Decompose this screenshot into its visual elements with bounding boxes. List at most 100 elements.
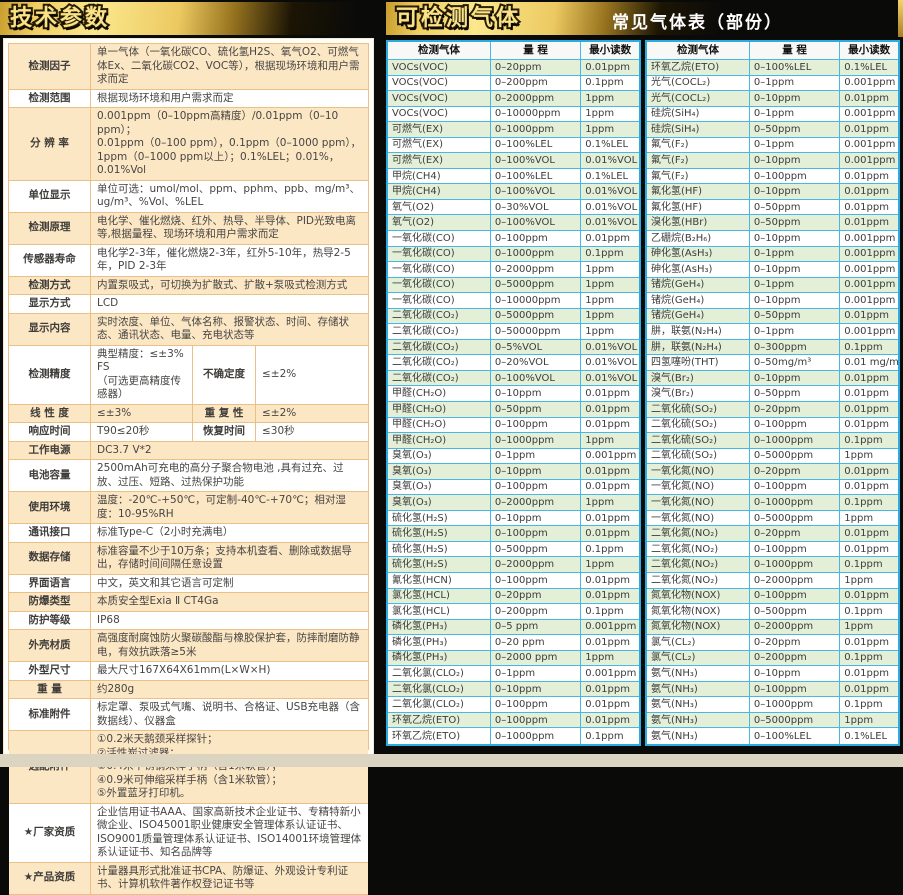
spec-row: 响应时间 T90≤20秒 恢复时间≤30秒 (9, 423, 368, 442)
gas-range-cell: 0–10ppm (491, 511, 581, 526)
spec-label: 检测方式 (9, 277, 91, 295)
gas-name-cell: 氯气(CL₂) (647, 635, 750, 650)
gas-name-cell: 一氧化氮(NO) (647, 495, 750, 510)
gas-row: 可燃气(EX) 0–100%VOL 0.01%VOL (388, 153, 639, 169)
gas-row: 溴气(Br₂) 0–50ppm 0.01ppm (647, 386, 898, 402)
gas-name-cell: 一氧化氮(NO) (647, 511, 750, 526)
gas-name-cell: 一氧化碳(CO) (388, 262, 491, 277)
spec-value: 中文，英文和其它语言可定制 (91, 575, 368, 593)
gas-min-reading-cell: 0.1ppm (840, 697, 898, 712)
gas-name-cell: 一氧化氮(NO) (647, 480, 750, 495)
spec-value: 高强度耐腐蚀防火聚碳酸酯与橡胶保护套，防摔耐磨防静电，有效抗跌落≥5米 (91, 630, 368, 661)
gas-min-reading-cell: 0.001ppm (581, 449, 639, 464)
gas-name-cell: 环氧乙烷(ETO) (647, 60, 750, 75)
spec-row: 电池容量 2500mAh可充电的高分子聚合物电池 ,具有过充、过放、过压、短路、… (9, 460, 368, 492)
gas-range-cell: 0–10000ppm (491, 107, 581, 122)
gas-row: 一氧化氮(NO) 0–100ppm 0.01ppm (647, 480, 898, 496)
gas-row: 硫化氢(H₂S) 0–2000ppm 1ppm (388, 557, 639, 573)
gas-row: 氨气(NH₃) 0–10ppm 0.01ppm (647, 666, 898, 682)
gas-range-cell: 0–10ppm (750, 153, 840, 168)
gas-min-reading-cell: 0.001ppm (840, 293, 898, 308)
gas-row: 臭氧(O₃) 0–2000ppm 1ppm (388, 495, 639, 511)
gas-row: 氨气(NH₃) 0–5000ppm 1ppm (647, 713, 898, 729)
spec-row: 标准附件 标定罩、泵吸式气嘴、说明书、合格证、USB充电器（含数据线）、仪器盒 (9, 699, 368, 731)
gas-min-reading-cell: 0.001ppm (840, 107, 898, 122)
gas-min-reading-cell: 0.01ppm (840, 386, 898, 401)
gas-name-cell: 氰化氢(HCN) (388, 573, 491, 588)
gas-name-cell: 磷化氢(PH₃) (388, 635, 491, 650)
gas-name-cell: 氟化氢(HF) (647, 200, 750, 215)
gas-row: 可燃气(EX) 0–100%LEL 0.1%LEL (388, 138, 639, 154)
gas-min-reading-cell: 0.1%LEL (581, 169, 639, 184)
gas-name-cell: 氨气(NH₃) (647, 682, 750, 697)
gas-range-cell: 0–100ppm (491, 480, 581, 495)
gas-range-cell: 0–10ppm (750, 371, 840, 386)
gas-row: 氟化氢(HF) 0–10ppm 0.01ppm (647, 184, 898, 200)
gas-min-reading-cell: 0.001ppm (840, 247, 898, 262)
gas-name-cell: 二氧化氮(NO₂) (647, 542, 750, 557)
gas-row: 氨气(NH₃) 0–1000ppm 0.1ppm (647, 697, 898, 713)
gas-range-cell: 0–100%LEL (491, 138, 581, 153)
gas-range-cell: 0–100%LEL (491, 169, 581, 184)
gas-name-cell: 硅烷(SiH₄) (647, 122, 750, 137)
gas-row: 甲醛(CH₂O) 0–50ppm 0.01ppm (388, 402, 639, 418)
gas-row: 硅烷(SiH₄) 0–50ppm 0.01ppm (647, 122, 898, 138)
gas-row: 环氧乙烷(ETO) 0–1000ppm 0.1ppm (388, 728, 639, 744)
gas-row: 二氧化氮(NO₂) 0–20ppm 0.01ppm (647, 526, 898, 542)
gas-name-cell: 锗烷(GeH₄) (647, 309, 750, 324)
gas-min-reading-cell: 0.001ppm (581, 620, 639, 635)
gas-table-header-row: 检测气体 量 程 最小读数 (647, 42, 898, 60)
gas-range-cell: 0–10ppm (750, 231, 840, 246)
gas-name-cell: 一氧化碳(CO) (388, 278, 491, 293)
gas-min-reading-cell: 0.001ppm (840, 278, 898, 293)
gas-min-reading-cell: 0.01ppm (840, 91, 898, 106)
gas-range-cell: 0–50ppm (750, 122, 840, 137)
gas-range-cell: 0–2000ppm (750, 620, 840, 635)
gas-row: 二氧化硫(SO₂) 0–5000ppm 1ppm (647, 449, 898, 465)
gas-min-reading-cell: 0.01ppm (581, 386, 639, 401)
gas-range-cell: 0–20 ppm (491, 635, 581, 650)
gas-min-reading-cell: 1ppm (840, 573, 898, 588)
gas-name-cell: 氧气(O2) (388, 215, 491, 230)
spec-row: 传感器寿命 电化学2-3年，催化燃烧2-3年，红外5-10年，热导2-5年，PI… (9, 245, 368, 277)
gas-min-reading-cell: 1ppm (581, 557, 639, 572)
gas-range-cell: 0–5000ppm (750, 511, 840, 526)
gas-min-reading-cell: 0.01ppm (840, 402, 898, 417)
spec-label: 重 量 (9, 681, 91, 699)
gas-range-cell: 0–100ppm (491, 526, 581, 541)
spec-row: 重 量 约280g (9, 681, 368, 700)
gas-range-cell: 0–1000ppm (491, 247, 581, 262)
gas-name-cell: 光气(COCL₂) (647, 76, 750, 91)
gas-range-cell: 0–1000ppm (750, 433, 840, 448)
gas-column-header: 检测气体 (388, 42, 491, 59)
gas-name-cell: 二氧化硫(SO₂) (647, 449, 750, 464)
gas-row: 砷化氢(AsH₃) 0–1ppm 0.001ppm (647, 247, 898, 263)
gas-row: 二氧化氮(NO₂) 0–100ppm 0.01ppm (647, 542, 898, 558)
gas-name-cell: 臭氧(O₃) (388, 464, 491, 479)
gas-min-reading-cell: 0.01ppm (581, 418, 639, 433)
spec-value: IP68 (91, 612, 368, 630)
gas-name-cell: 环氧乙烷(ETO) (388, 728, 491, 744)
gas-range-cell: 0–100%VOL (491, 371, 581, 386)
gas-row: 二氧化氯(CLO₂) 0–100ppm 0.01ppm (388, 697, 639, 713)
gas-min-reading-cell: 0.001ppm (840, 231, 898, 246)
gas-range-cell: 0–2000ppm (491, 91, 581, 106)
gas-name-cell: 氯化氢(HCL) (388, 589, 491, 604)
gas-range-cell: 0–10ppm (750, 91, 840, 106)
gas-min-reading-cell: 0.001ppm (840, 262, 898, 277)
gas-min-reading-cell: 0.01ppm (581, 464, 639, 479)
gas-column-header: 量 程 (491, 42, 581, 59)
gas-range-cell: 0–20ppm (491, 589, 581, 604)
gas-range-cell: 0–1000ppm (750, 495, 840, 510)
gas-row: VOCs(VOC) 0–20ppm 0.01ppm (388, 60, 639, 76)
gas-range-cell: 0–100%VOL (491, 215, 581, 230)
gas-range-cell: 0–100ppm (491, 418, 581, 433)
gas-min-reading-cell: 1ppm (840, 511, 898, 526)
spec-label: 防护等级 (9, 612, 91, 630)
gas-row: 一氧化碳(CO) 0–2000ppm 1ppm (388, 262, 639, 278)
spec-label: 不确定度 (192, 346, 256, 404)
gas-row: VOCs(VOC) 0–2000ppm 1ppm (388, 91, 639, 107)
gas-row: 臭氧(O₃) 0–100ppm 0.01ppm (388, 480, 639, 496)
gas-min-reading-cell: 0.1ppm (840, 557, 898, 572)
gas-row: 臭氧(O₃) 0–1ppm 0.001ppm (388, 449, 639, 465)
